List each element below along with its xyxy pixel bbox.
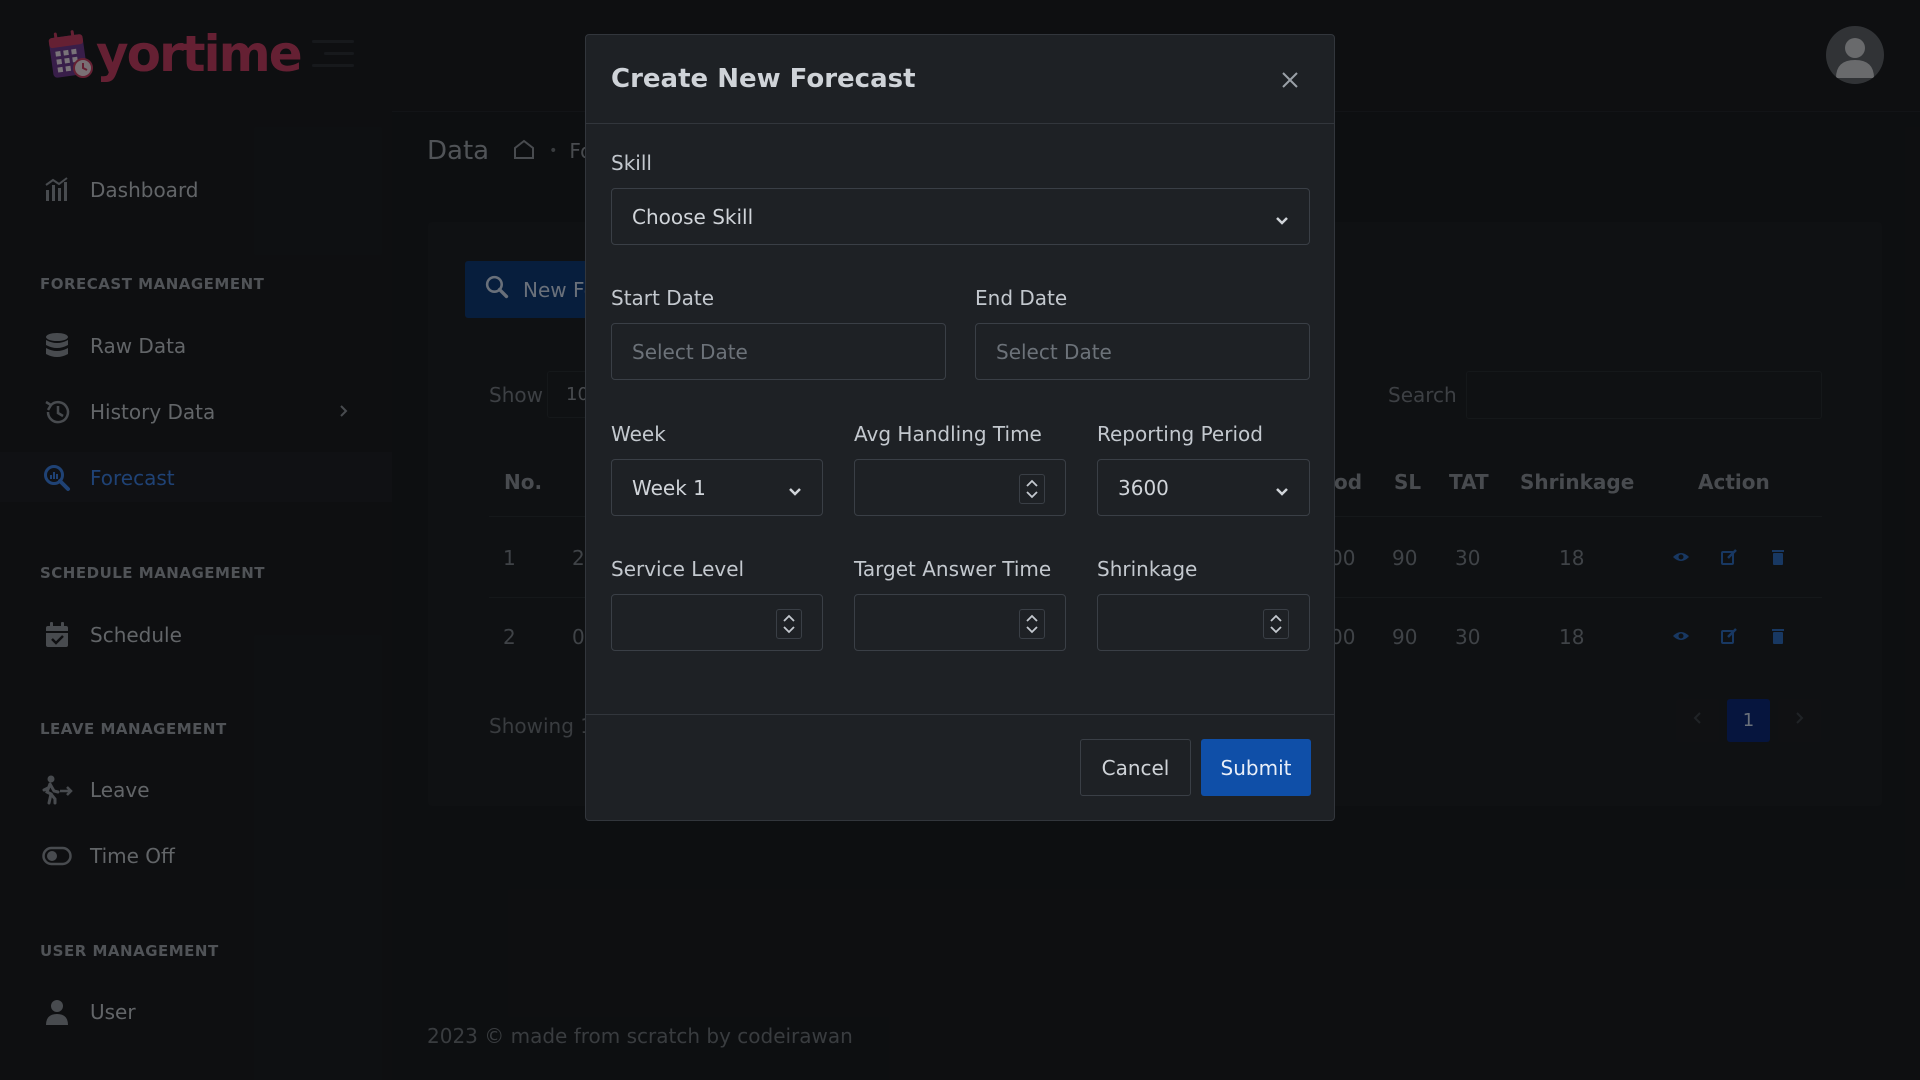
modal-header: Create New Forecast xyxy=(586,35,1334,124)
avg-handling-time-input[interactable] xyxy=(854,459,1066,516)
end-date-input[interactable]: Select Date xyxy=(975,323,1310,380)
target-answer-time-label: Target Answer Time xyxy=(854,557,1052,581)
submit-button[interactable]: Submit xyxy=(1201,739,1311,796)
week-select[interactable]: Week 1 xyxy=(611,459,823,516)
number-stepper-icon[interactable] xyxy=(1019,474,1045,504)
end-date-placeholder: Select Date xyxy=(996,340,1112,364)
create-forecast-modal: Create New Forecast Skill Choose Skill S… xyxy=(585,34,1335,821)
start-date-label: Start Date xyxy=(611,286,715,310)
target-answer-time-input[interactable] xyxy=(854,594,1066,651)
skill-label: Skill xyxy=(611,151,652,175)
start-date-input[interactable]: Select Date xyxy=(611,323,946,380)
number-stepper-icon[interactable] xyxy=(776,609,802,639)
reporting-period-label: Reporting Period xyxy=(1097,422,1263,446)
chevron-down-icon xyxy=(788,482,802,501)
shrinkage-label: Shrinkage xyxy=(1097,557,1198,581)
service-level-input[interactable] xyxy=(611,594,823,651)
number-stepper-icon[interactable] xyxy=(1263,609,1289,639)
skill-select[interactable]: Choose Skill xyxy=(611,188,1310,245)
week-label: Week xyxy=(611,422,666,446)
end-date-label: End Date xyxy=(975,286,1068,310)
start-date-placeholder: Select Date xyxy=(632,340,748,364)
service-level-label: Service Level xyxy=(611,557,745,581)
chevron-down-icon xyxy=(1275,482,1289,501)
skill-select-value: Choose Skill xyxy=(632,205,754,229)
reporting-period-select[interactable]: 3600 xyxy=(1097,459,1310,516)
reporting-period-value: 3600 xyxy=(1118,476,1169,500)
close-icon[interactable] xyxy=(1279,69,1301,91)
number-stepper-icon[interactable] xyxy=(1019,609,1045,639)
modal-footer-divider xyxy=(586,714,1334,715)
modal-title: Create New Forecast xyxy=(611,64,916,94)
chevron-down-icon xyxy=(1275,211,1289,230)
avg-handling-time-label: Avg Handling Time xyxy=(854,422,1042,446)
shrinkage-input[interactable] xyxy=(1097,594,1310,651)
cancel-button[interactable]: Cancel xyxy=(1080,739,1191,796)
week-select-value: Week 1 xyxy=(632,476,706,500)
